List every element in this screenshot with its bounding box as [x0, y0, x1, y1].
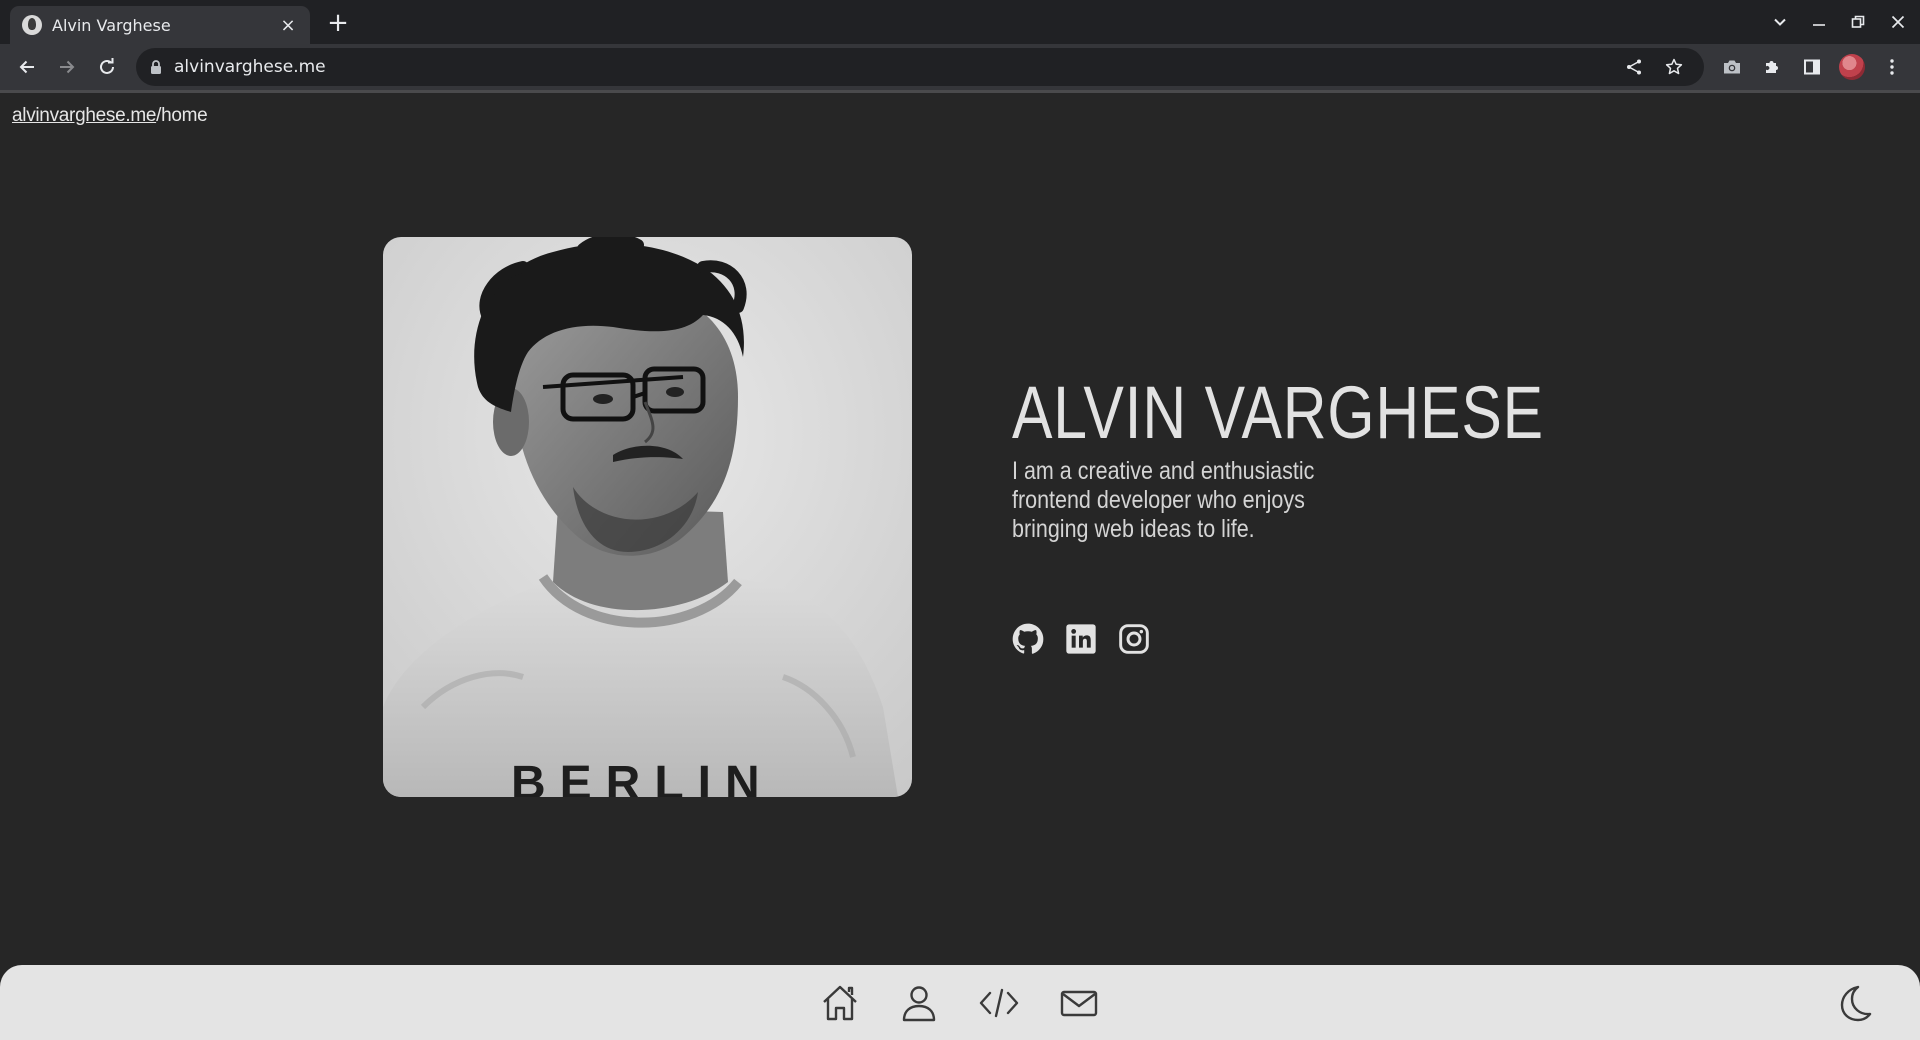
tab-close-button[interactable]: × [278, 15, 298, 36]
portrait-shirt-text: BERLIN [511, 757, 774, 797]
profile-avatar [1839, 54, 1865, 80]
instagram-link[interactable] [1118, 623, 1150, 655]
camera-icon [1724, 60, 1740, 74]
lock-icon [151, 60, 161, 74]
side-panel-button[interactable] [1792, 47, 1832, 87]
breadcrumb-home-link[interactable]: alvinvarghese.me [12, 105, 156, 126]
site-favicon-icon [22, 15, 42, 35]
home-icon [823, 985, 857, 1021]
restore-icon [1851, 15, 1865, 28]
star-icon [1665, 58, 1683, 75]
share-button[interactable] [1614, 48, 1654, 86]
moon-icon [1840, 985, 1872, 1022]
browser-tabstrip: Alvin Varghese × + [0, 0, 1920, 44]
url-text[interactable]: alvinvarghese.me [174, 57, 1614, 77]
bookmark-button[interactable] [1654, 48, 1694, 86]
profile-photo: BERLIN [383, 237, 912, 797]
breadcrumb: alvinvarghese.me/home [12, 105, 208, 127]
close-icon [1891, 15, 1905, 29]
hero-name: ALVIN VARGHESE [1012, 371, 1544, 454]
user-icon [902, 986, 936, 1022]
arrow-left-icon [19, 60, 34, 74]
hero-section: ALVIN VARGHESE I am a creative and enthu… [1012, 371, 1661, 544]
profile-button[interactable] [1832, 47, 1872, 87]
mail-icon [1060, 990, 1098, 1017]
nav-projects-button[interactable] [977, 981, 1021, 1025]
address-bar[interactable]: alvinvarghese.me [136, 48, 1704, 86]
minimize-icon [1813, 24, 1825, 26]
close-window-button[interactable] [1878, 2, 1918, 42]
theme-toggle-button[interactable] [1832, 981, 1876, 1025]
github-icon [1012, 623, 1044, 654]
side-panel-icon [1804, 59, 1820, 75]
github-link[interactable] [1012, 623, 1044, 655]
forward-button[interactable] [47, 47, 87, 87]
linkedin-link[interactable] [1065, 623, 1097, 655]
more-vert-icon [1890, 59, 1894, 75]
breadcrumb-current: /home [156, 105, 208, 126]
extensions-button[interactable] [1752, 47, 1792, 87]
nav-contact-button[interactable] [1057, 981, 1101, 1025]
restore-button[interactable] [1838, 2, 1878, 42]
browser-toolbar: alvinvarghese.me [0, 44, 1920, 90]
page-content: alvinvarghese.me/home BERLIN ALVIN VARGH… [0, 93, 1920, 1040]
arrow-right-icon [60, 60, 75, 74]
chevron-down-icon [1774, 18, 1786, 26]
reload-icon [100, 58, 114, 74]
instagram-icon [1119, 624, 1149, 654]
extension-area [1712, 47, 1912, 87]
reload-button[interactable] [87, 47, 127, 87]
nav-home-button[interactable] [818, 981, 862, 1025]
share-icon [1627, 59, 1641, 75]
minimize-button[interactable] [1800, 2, 1838, 42]
chrome-menu-button[interactable] [1872, 47, 1912, 87]
browser-tab[interactable]: Alvin Varghese × [10, 6, 310, 44]
hero-bio: I am a creative and enthusiastic fronten… [1012, 457, 1315, 543]
screenshot-extension-button[interactable] [1712, 47, 1752, 87]
new-tab-button[interactable]: + [322, 8, 354, 40]
social-links [1012, 623, 1150, 655]
back-button[interactable] [7, 47, 47, 87]
tab-title: Alvin Varghese [52, 15, 171, 35]
linkedin-icon [1066, 624, 1096, 654]
nav-about-button[interactable] [897, 981, 941, 1025]
tab-search-button[interactable] [1760, 2, 1800, 42]
bottom-nav [0, 965, 1920, 1040]
code-icon [979, 988, 1019, 1018]
puzzle-icon [1766, 61, 1778, 73]
window-controls [1760, 0, 1920, 44]
